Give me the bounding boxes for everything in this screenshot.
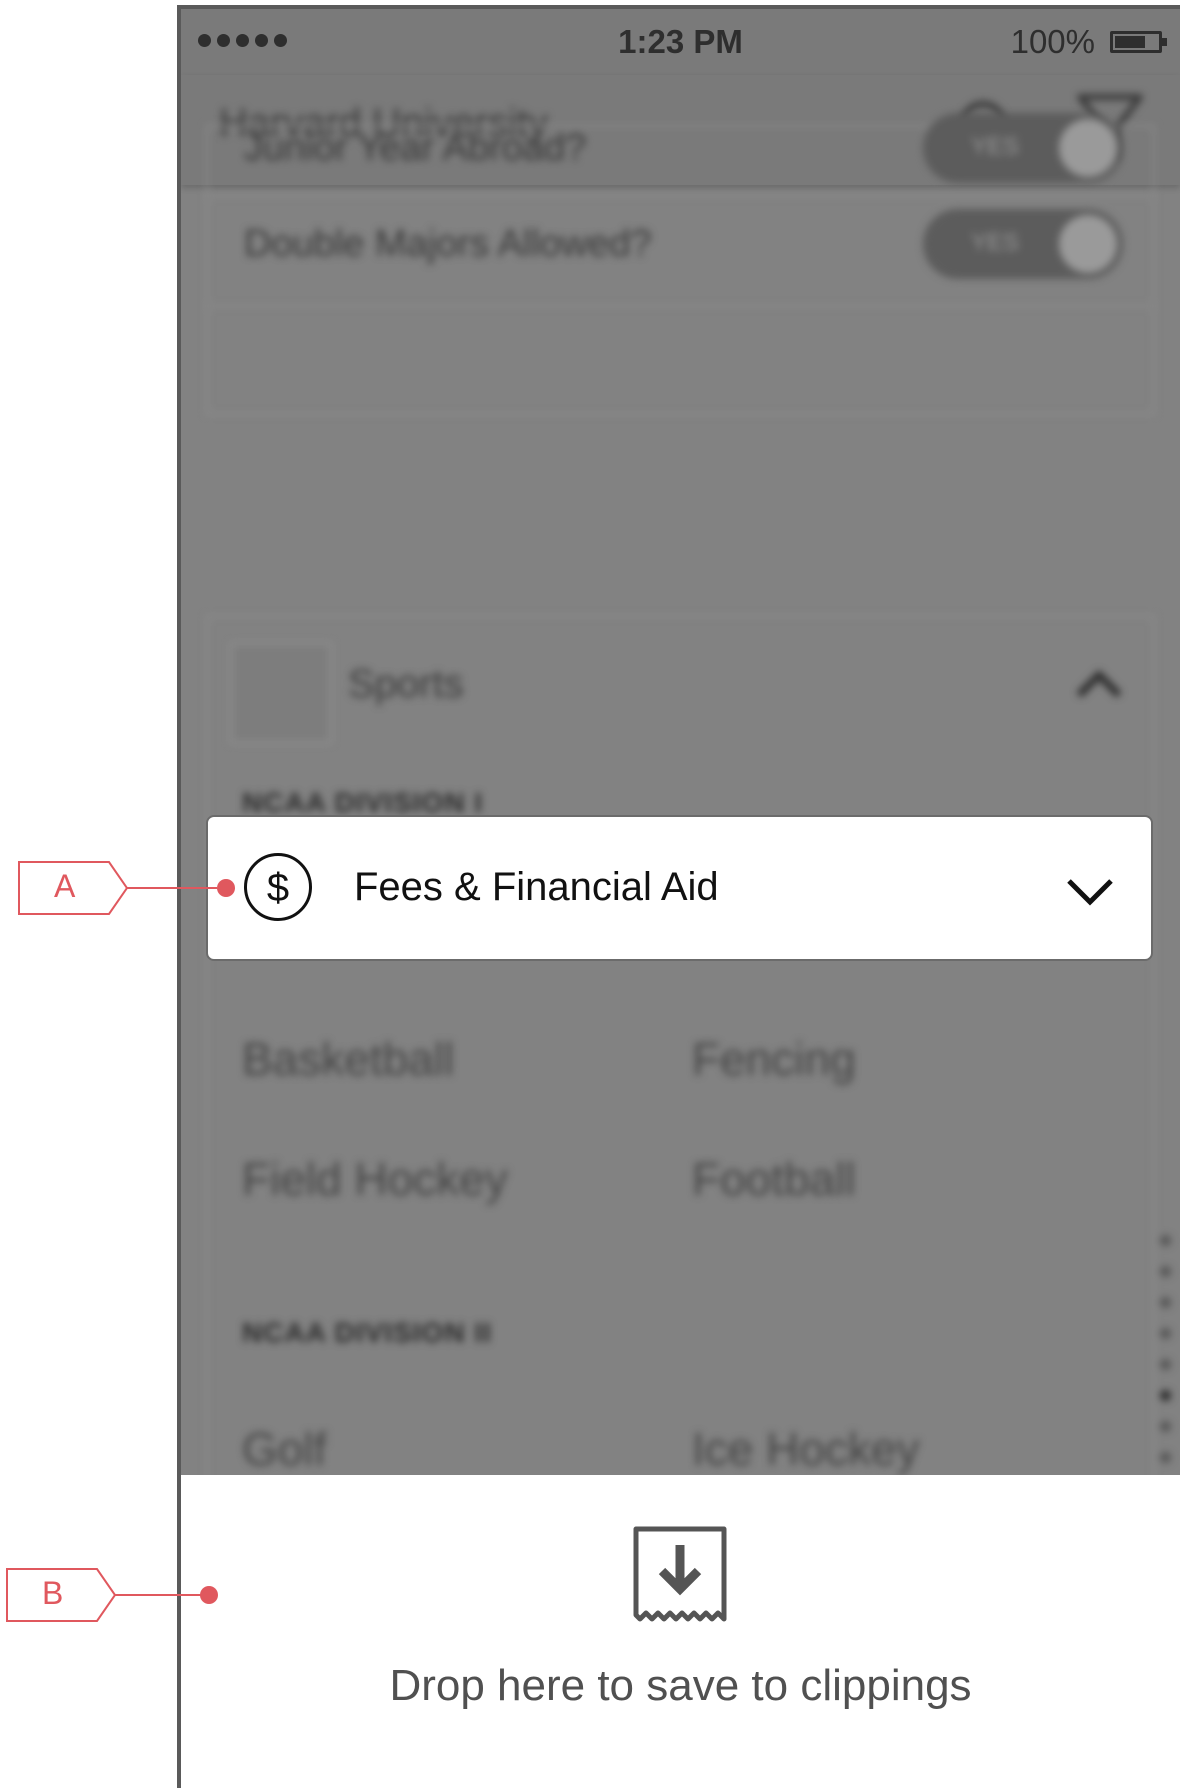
drop-zone[interactable]: Drop here to save to clippings — [181, 1475, 1180, 1788]
battery-icon — [1110, 31, 1167, 53]
section-title: Fees & Financial Aid — [354, 865, 719, 909]
toggle-switch[interactable]: YES — [923, 113, 1123, 183]
clipping-download-icon — [633, 1526, 727, 1622]
annotation-a-label: A — [54, 868, 76, 904]
status-bar: 1:23 PM 100% — [181, 9, 1180, 75]
toggle-label: YES — [971, 133, 1020, 160]
chevron-up-icon[interactable] — [1075, 669, 1123, 699]
sport-item[interactable]: Ice Hockey — [692, 1422, 920, 1476]
annotation-a-callout — [18, 861, 217, 915]
sport-item[interactable]: Basketball — [242, 1032, 454, 1086]
sport-item[interactable]: Football — [692, 1152, 856, 1206]
division-label: NCAA DIVISION II — [242, 1317, 492, 1348]
dollar-icon: $ — [244, 853, 312, 921]
dragged-section-header[interactable]: $ Fees & Financial Aid — [206, 815, 1153, 961]
scroll-index[interactable] — [1160, 1235, 1174, 1483]
battery-percentage: 100% — [1010, 23, 1095, 60]
toggle-knob — [1059, 119, 1117, 177]
chevron-down-icon[interactable] — [1065, 877, 1115, 907]
drop-zone-label: Drop here to save to clippings — [389, 1661, 972, 1710]
options-card: Junior Year Abroad? YES Double Majors Al… — [206, 113, 1155, 415]
sport-item[interactable]: Fencing — [692, 1032, 856, 1086]
annotation-b-callout — [6, 1568, 210, 1622]
toggle-label: YES — [971, 229, 1020, 256]
annotation-a-marker — [217, 879, 235, 897]
annotation-b-label: B — [42, 1575, 64, 1611]
divider — [208, 195, 1153, 197]
option-label: Double Majors Allowed? — [244, 223, 652, 265]
toggle-switch[interactable]: YES — [923, 209, 1123, 279]
option-label: Junior Year Abroad? — [244, 127, 587, 169]
sports-icon — [230, 642, 332, 744]
sport-item[interactable]: Field Hockey — [242, 1152, 508, 1206]
annotation-b-marker — [200, 1586, 218, 1604]
toggle-knob — [1059, 215, 1117, 273]
section-title: Sports — [348, 662, 464, 706]
divider — [208, 305, 1153, 307]
sport-item[interactable]: Golf — [242, 1422, 326, 1476]
